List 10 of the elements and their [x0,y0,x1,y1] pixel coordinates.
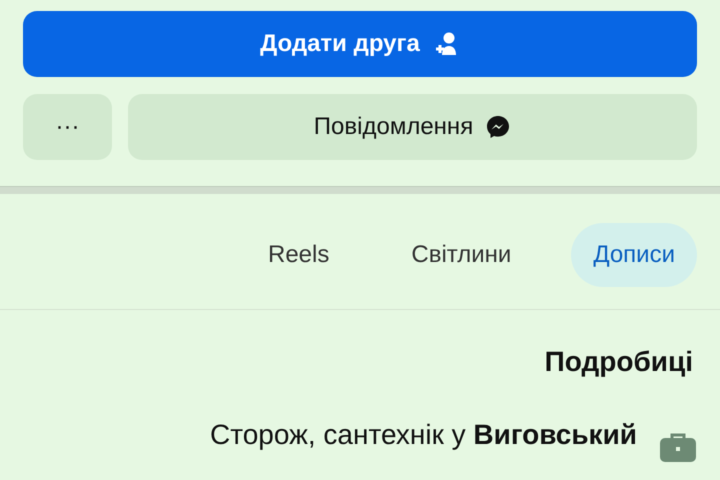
work-detail-text: Сторож, сантехнік у Виговський [210,418,637,452]
message-button[interactable]: Повідомлення [128,94,697,160]
tab[interactable]: Світлини [389,223,534,287]
briefcase-icon [659,432,697,462]
tab[interactable]: Дописи [571,223,697,287]
section-title: Подробиці [544,345,694,378]
add-friend-button[interactable]: Додати друга [23,11,697,77]
tab[interactable]: Reels [246,223,352,287]
more-button[interactable]: ··· [23,94,112,160]
messenger-icon [485,114,512,140]
